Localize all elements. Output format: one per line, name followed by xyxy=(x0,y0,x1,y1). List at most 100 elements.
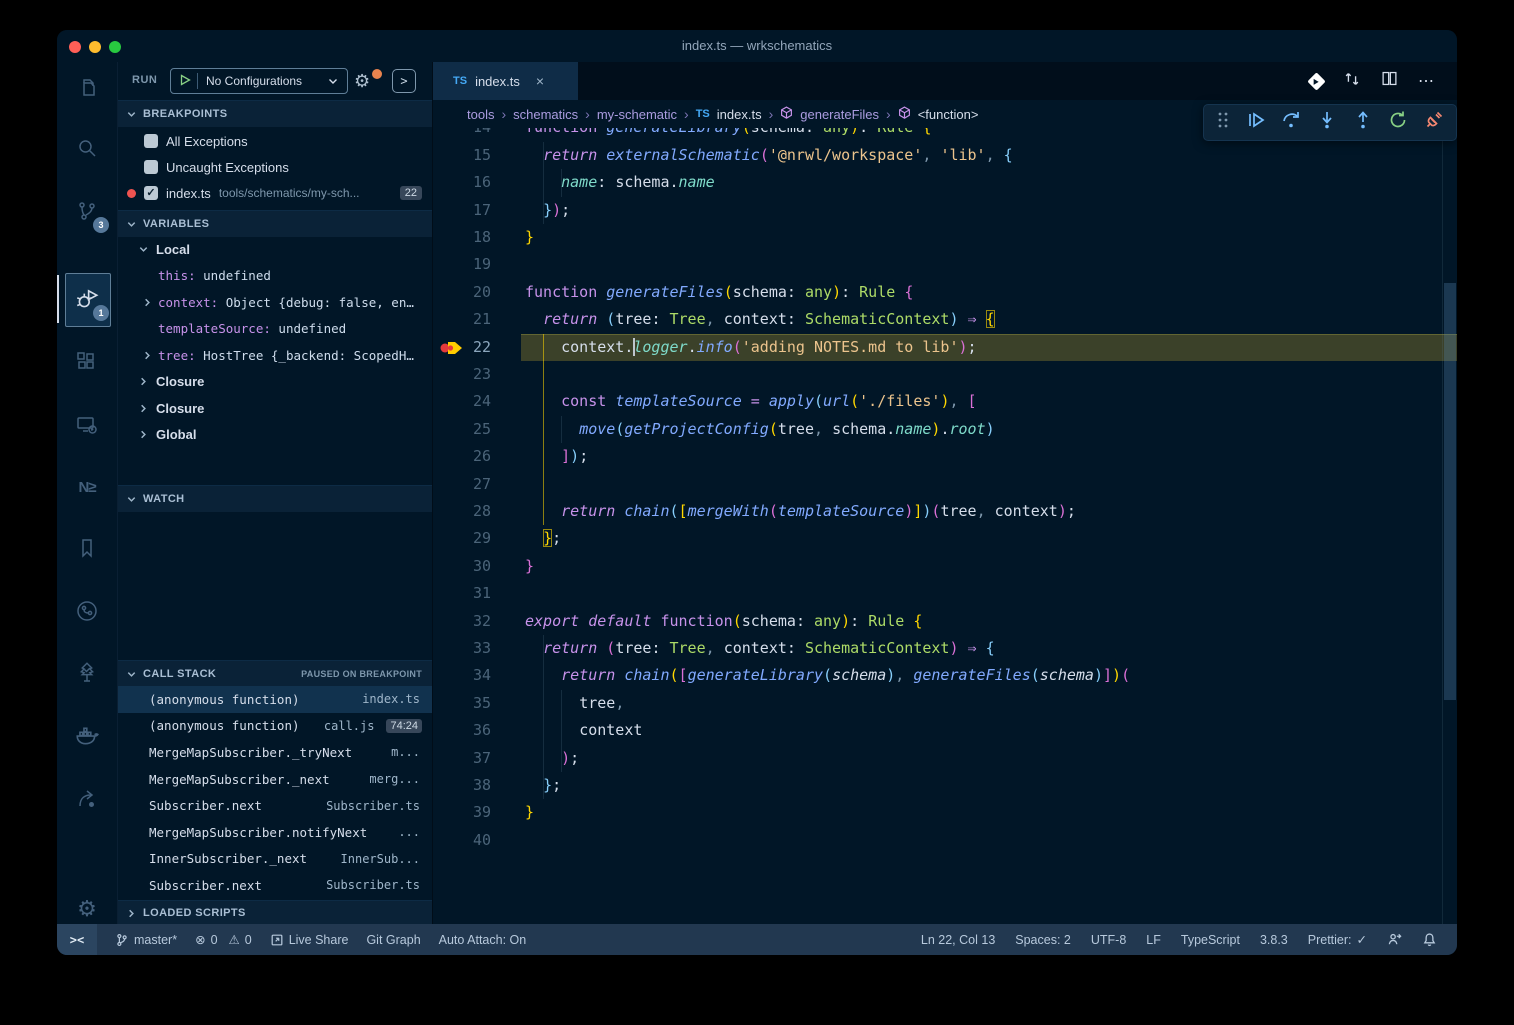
cursor-position-item[interactable]: Ln 22, Col 13 xyxy=(921,933,995,947)
problems-item[interactable]: ⊗ 0 ⚠ 0 xyxy=(195,932,252,947)
variables-scope-global[interactable]: Global xyxy=(118,422,432,449)
code-line[interactable]: 26 ]); xyxy=(433,443,1457,470)
configure-gear-icon[interactable]: ⚙ xyxy=(354,71,370,91)
line-number[interactable]: 36 xyxy=(433,717,491,744)
line-number[interactable]: 28 xyxy=(433,498,491,525)
line-number[interactable]: 19 xyxy=(433,251,491,278)
extensions-icon[interactable] xyxy=(57,338,117,386)
code-line[interactable]: 15 return externalSchematic('@nrwl/works… xyxy=(433,142,1457,169)
checkbox-unchecked[interactable] xyxy=(144,134,158,148)
step-into-icon[interactable] xyxy=(1317,110,1337,135)
live-share-share-icon[interactable] xyxy=(57,775,117,823)
more-actions-icon[interactable]: ⋯ xyxy=(1418,71,1435,91)
breakpoints-section-header[interactable]: BREAKPOINTS xyxy=(118,100,432,127)
code-line[interactable]: 25 move(getProjectConfig(tree, schema.na… xyxy=(433,416,1457,443)
code-line[interactable]: 31 xyxy=(433,580,1457,607)
code-line[interactable]: 34 return chain([generateLibrary(schema)… xyxy=(433,662,1457,689)
code-line[interactable]: 29 }; xyxy=(433,525,1457,552)
disconnect-icon[interactable] xyxy=(1424,110,1444,135)
step-out-icon[interactable] xyxy=(1353,110,1373,135)
code-line[interactable]: 23 xyxy=(433,361,1457,388)
call-stack-section-header[interactable]: CALL STACK PAUSED ON BREAKPOINT xyxy=(118,660,432,687)
live-share-contact-icon[interactable] xyxy=(1387,932,1402,947)
run-and-debug-icon[interactable]: 1 xyxy=(57,275,117,323)
line-number[interactable]: 38 xyxy=(433,772,491,799)
git-graph-item[interactable]: Git Graph xyxy=(366,933,420,947)
source-control-icon[interactable]: 3 xyxy=(57,187,117,235)
tab-index-ts[interactable]: TS index.ts × xyxy=(433,62,578,100)
breakpoint-all-exceptions[interactable]: All Exceptions xyxy=(118,128,432,154)
watch-section-header[interactable]: WATCH xyxy=(118,485,432,512)
code-line[interactable]: 32export default function(schema: any): … xyxy=(433,608,1457,635)
variable-tree[interactable]: tree: HostTree {_backend: ScopedH… xyxy=(118,342,432,369)
variables-section-header[interactable]: VARIABLES xyxy=(118,210,432,237)
line-number[interactable]: 21 xyxy=(433,306,491,333)
code-line[interactable]: 18} xyxy=(433,224,1457,251)
call-stack-frame[interactable]: (anonymous function)call.js74:24 xyxy=(118,713,432,740)
continue-icon[interactable] xyxy=(1246,110,1266,135)
call-stack-frame[interactable]: Subscriber.nextSubscriber.ts xyxy=(118,872,432,899)
code-line[interactable]: 17 }); xyxy=(433,197,1457,224)
line-number[interactable]: 31 xyxy=(433,580,491,607)
call-stack-frame[interactable]: (anonymous function)index.ts xyxy=(118,686,432,713)
remote-indicator[interactable]: >< xyxy=(57,924,97,955)
language-mode-item[interactable]: TypeScript xyxy=(1181,933,1240,947)
encoding-item[interactable]: UTF-8 xyxy=(1091,933,1126,947)
code-line[interactable]: 24 const templateSource = apply(url('./f… xyxy=(433,388,1457,415)
line-number[interactable]: 14 xyxy=(433,128,491,142)
loaded-scripts-section-header[interactable]: LOADED SCRIPTS xyxy=(118,900,432,925)
git-branch-item[interactable]: master* xyxy=(115,933,177,947)
call-stack-frame[interactable]: Subscriber.nextSubscriber.ts xyxy=(118,792,432,819)
line-number[interactable]: 25 xyxy=(433,416,491,443)
code-line[interactable]: 16 name: schema.name xyxy=(433,169,1457,196)
code-line[interactable]: 28 return chain([mergeWith(templateSourc… xyxy=(433,498,1457,525)
line-number[interactable]: 33 xyxy=(433,635,491,662)
breadcrumb-function[interactable]: <function> xyxy=(918,107,979,122)
variable-this[interactable]: this: undefined xyxy=(118,263,432,290)
debug-console-button[interactable]: > xyxy=(392,69,416,93)
indentation-item[interactable]: Spaces: 2 xyxy=(1015,933,1071,947)
code-line[interactable]: 33 return (tree: Tree, context: Schemati… xyxy=(433,635,1457,662)
breadcrumb-tools[interactable]: tools xyxy=(467,107,494,122)
open-changes-icon[interactable] xyxy=(1343,70,1361,93)
code-line[interactable]: 37 ); xyxy=(433,745,1457,772)
code-line[interactable]: 40 xyxy=(433,827,1457,854)
docker-icon[interactable] xyxy=(57,711,117,759)
breakpoint-index-ts[interactable]: ✓ index.ts tools/schematics/my-sch... 22 xyxy=(118,180,432,206)
line-number[interactable]: 30 xyxy=(433,553,491,580)
search-icon[interactable] xyxy=(57,124,117,172)
call-stack-frame[interactable]: InnerSubscriber._nextInnerSub... xyxy=(118,846,432,873)
code-line[interactable]: 36 context xyxy=(433,717,1457,744)
line-number[interactable]: 35 xyxy=(433,690,491,717)
line-number[interactable]: 23 xyxy=(433,361,491,388)
auto-attach-item[interactable]: Auto Attach: On xyxy=(439,933,527,947)
line-number[interactable]: 37 xyxy=(433,745,491,772)
live-share-item[interactable]: Live Share xyxy=(270,933,349,947)
code-line[interactable]: 20function generateFiles(schema: any): R… xyxy=(433,279,1457,306)
git-graph-icon[interactable] xyxy=(57,587,117,635)
close-tab-icon[interactable]: × xyxy=(536,73,544,89)
line-number[interactable]: 16 xyxy=(433,169,491,196)
split-editor-icon[interactable] xyxy=(1381,70,1398,92)
call-stack-frame[interactable]: MergeMapSubscriber.notifyNext... xyxy=(118,819,432,846)
breakpoint-uncaught-exceptions[interactable]: Uncaught Exceptions xyxy=(118,154,432,180)
todo-tree-icon[interactable] xyxy=(57,648,117,696)
line-number[interactable]: 26 xyxy=(433,443,491,470)
nx-console-icon[interactable]: N≥ xyxy=(57,463,117,511)
breadcrumb-my-schematic[interactable]: my-schematic xyxy=(597,107,677,122)
breadcrumb-index-ts[interactable]: index.ts xyxy=(717,107,762,122)
code-line[interactable]: 38 }; xyxy=(433,772,1457,799)
variable-templateSource[interactable]: templateSource: undefined xyxy=(118,316,432,343)
code-line[interactable]: 39} xyxy=(433,799,1457,826)
call-stack-frame[interactable]: MergeMapSubscriber._tryNextm... xyxy=(118,739,432,766)
line-number[interactable]: 34 xyxy=(433,662,491,689)
notifications-bell-icon[interactable] xyxy=(1422,932,1437,947)
line-number[interactable]: 15 xyxy=(433,142,491,169)
line-number[interactable]: 40 xyxy=(433,827,491,854)
call-stack-frame[interactable]: MergeMapSubscriber._nextmerg... xyxy=(118,766,432,793)
variables-scope-closure[interactable]: Closure xyxy=(118,369,432,396)
variables-scope-closure[interactable]: Closure xyxy=(118,395,432,422)
line-number[interactable]: 29 xyxy=(433,525,491,552)
code-line[interactable]: 27 xyxy=(433,471,1457,498)
breadcrumb-generateFiles[interactable]: generateFiles xyxy=(800,107,879,122)
